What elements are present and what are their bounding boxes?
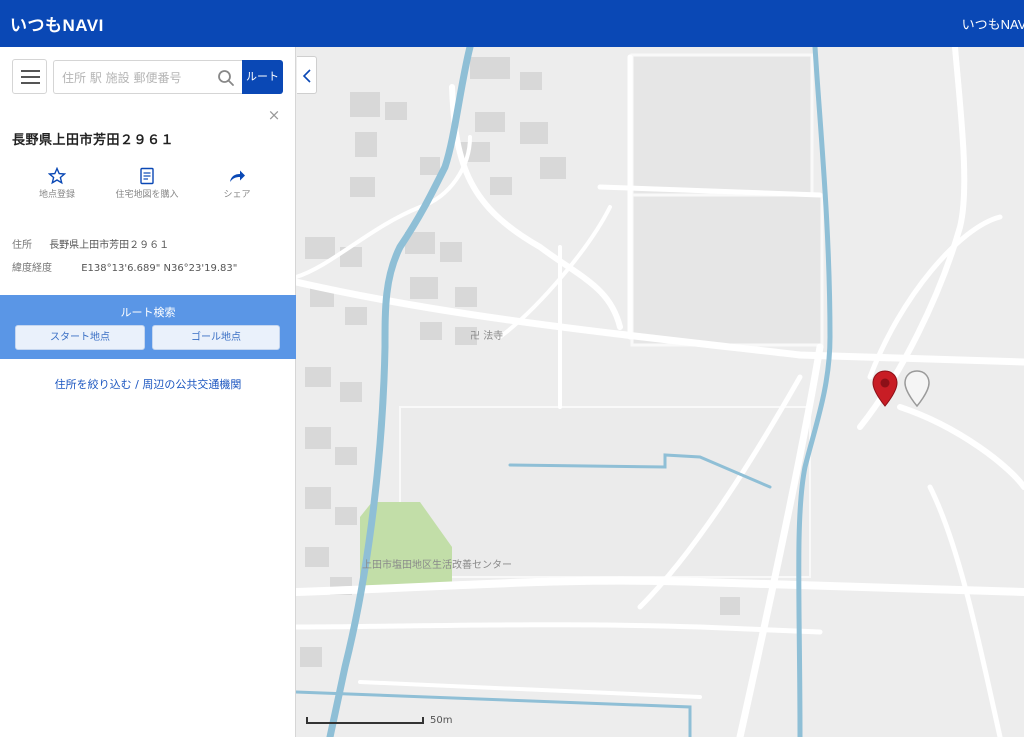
- coords-row: 緯度経度 E138°13'6.689" N36°23'19.83": [12, 259, 237, 274]
- star-icon: [48, 167, 66, 185]
- search-input[interactable]: [62, 67, 212, 89]
- logo[interactable]: いつもNAVI: [10, 11, 104, 36]
- temple-label: 卍 法寺: [470, 331, 504, 342]
- menu-button[interactable]: [12, 59, 47, 94]
- route-search-title: ルート検索: [120, 306, 176, 319]
- nearby-transit-link[interactable]: 住所を絞り込む / 周辺の公共交通機関: [0, 376, 296, 392]
- route-search-panel: ルート検索 スタート地点 ゴール地点: [0, 295, 296, 359]
- search-icon[interactable]: [217, 69, 235, 87]
- map-scale: 50m: [306, 713, 466, 729]
- share-button[interactable]: シェア: [200, 167, 274, 201]
- start-point-button[interactable]: スタート地点: [15, 325, 145, 350]
- coords-value: E138°13'6.689" N36°23'19.83": [81, 263, 238, 274]
- sidebar-collapse-button[interactable]: [297, 56, 317, 94]
- share-icon: [230, 170, 245, 182]
- sidebar: ルート × 長野県上田市芳田２９６１ 地点登録 住宅地図を購入: [0, 47, 296, 737]
- center-label: 上田市塩田地区生活改善センター: [362, 560, 512, 571]
- app: いつもNAVI いつもNAVI 卍 法寺 上田市塩田地区生活改善センター 50m…: [0, 0, 1024, 737]
- app-header: いつもNAVI いつもNAVI: [0, 0, 1024, 47]
- secondary-marker-icon[interactable]: [904, 370, 930, 408]
- scale-label: 50m: [430, 715, 453, 726]
- goal-point-button[interactable]: ゴール地点: [152, 325, 280, 350]
- search-box: [53, 60, 243, 94]
- coords-key: 緯度経度: [12, 263, 52, 274]
- place-actions: 地点登録 住宅地図を購入 シェア: [0, 167, 296, 217]
- hamburger-icon: [21, 70, 40, 72]
- place-title: 長野県上田市芳田２９６１: [12, 133, 175, 148]
- memo-icon: [140, 167, 154, 185]
- address-row: 住所 長野県上田市芳田２９６１: [12, 236, 169, 251]
- register-location-button[interactable]: 地点登録: [20, 167, 94, 201]
- temple-icon: 卍: [470, 331, 480, 342]
- route-button[interactable]: ルート: [242, 60, 283, 94]
- scale-line: [306, 722, 424, 724]
- address-value: 長野県上田市芳田２９６１: [49, 240, 170, 251]
- address-key: 住所: [12, 240, 32, 251]
- close-icon[interactable]: ×: [266, 107, 282, 123]
- location-marker-icon[interactable]: [872, 370, 898, 408]
- chevron-left-icon: [302, 69, 311, 83]
- header-right-link[interactable]: いつもNAVI: [962, 14, 1024, 33]
- scale-tick: [422, 717, 424, 724]
- scale-tick: [306, 717, 308, 724]
- buy-housing-map-button[interactable]: 住宅地図を購入: [110, 167, 184, 201]
